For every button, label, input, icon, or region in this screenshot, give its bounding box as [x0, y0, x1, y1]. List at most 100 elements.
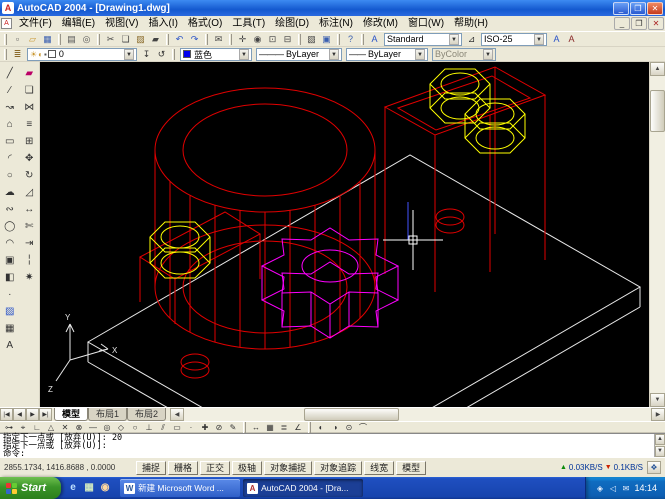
shade-icon[interactable]: ◑: [328, 422, 342, 433]
dim-style-icon[interactable]: ⊿: [464, 33, 479, 46]
status-ortho[interactable]: 正交: [200, 461, 230, 475]
lineweight-dropdown[interactable]: —— ByLayer ▼: [346, 48, 428, 61]
menu-dimension[interactable]: 标注(N): [314, 16, 358, 32]
snap-center-icon[interactable]: ◎: [100, 422, 114, 433]
camera-icon[interactable]: ⌒: [356, 422, 370, 433]
stretch-icon[interactable]: ↔: [20, 200, 38, 217]
menu-draw[interactable]: 绘图(D): [270, 16, 314, 32]
osnap-settings-icon[interactable]: ✎: [226, 422, 240, 433]
snap-nearest-icon[interactable]: ✚: [198, 422, 212, 433]
status-osnap[interactable]: 对象捕捉: [264, 461, 312, 475]
scroll-up-icon[interactable]: ▲: [650, 62, 665, 76]
properties-icon[interactable]: ▧: [304, 33, 319, 46]
temp-track-point-icon[interactable]: ⊶: [2, 422, 16, 433]
tab-model[interactable]: 模型: [54, 408, 88, 421]
toolbar-grip[interactable]: [172, 49, 175, 60]
redo-icon[interactable]: ↷: [187, 33, 202, 46]
polyline-icon[interactable]: ↝: [1, 98, 19, 115]
command-line-area[interactable]: 指定下一点或 [放弃(U)]: 20 指定下一点或 [放弃(U)]: 命令: ▲…: [0, 433, 665, 457]
explode-icon[interactable]: ✷: [20, 268, 38, 285]
extend-icon[interactable]: ⇥: [20, 234, 38, 251]
zoom-previous-icon[interactable]: ⊟: [280, 33, 295, 46]
locate-point-icon[interactable]: ∠: [291, 422, 305, 433]
line-icon[interactable]: ╱: [1, 64, 19, 81]
snap-tangent-icon[interactable]: ○: [128, 422, 142, 433]
snap-from-icon[interactable]: ⌖: [16, 422, 30, 433]
tray-network-icon[interactable]: ◈: [594, 484, 605, 493]
crosshair-cursor[interactable]: [383, 210, 443, 270]
text-style-icon[interactable]: A: [367, 33, 382, 46]
quicklaunch-desktop-icon[interactable]: ▦: [82, 481, 96, 495]
tray-volume-icon[interactable]: ◁: [607, 484, 618, 493]
zoom-realtime-icon[interactable]: ◉: [250, 33, 265, 46]
menu-modify[interactable]: 修改(M): [358, 16, 403, 32]
doc-close-button[interactable]: ✕: [648, 17, 664, 30]
save-icon[interactable]: ▦: [40, 33, 55, 46]
hatch-icon[interactable]: ▨: [1, 302, 19, 319]
dim-style-dropdown[interactable]: ISO-25 ▼: [481, 33, 547, 46]
snap-intersection-icon[interactable]: ✕: [58, 422, 72, 433]
move-icon[interactable]: ✥: [20, 149, 38, 166]
mirror-icon[interactable]: ⋈: [20, 98, 38, 115]
tab-first-button[interactable]: |◀: [0, 408, 13, 421]
match-properties-icon[interactable]: ▰: [148, 33, 163, 46]
close-button[interactable]: ✕: [647, 2, 663, 15]
render-icon[interactable]: ◐: [314, 422, 328, 433]
chevron-down-icon[interactable]: ▼: [329, 49, 339, 60]
restore-button[interactable]: ❐: [630, 2, 646, 15]
dim-style-manager-icon[interactable]: A: [564, 33, 579, 46]
offset-icon[interactable]: ≡: [20, 115, 38, 132]
toolbar-grip[interactable]: [4, 49, 7, 60]
mtext-icon[interactable]: A: [1, 336, 19, 353]
menu-file[interactable]: 文件(F): [14, 16, 57, 32]
status-otrack[interactable]: 对象追踪: [314, 461, 362, 475]
new-icon[interactable]: ▫: [10, 33, 25, 46]
designcenter-icon[interactable]: ▣: [319, 33, 334, 46]
list-icon[interactable]: ≣: [277, 422, 291, 433]
command-history[interactable]: 指定下一点或 [放弃(U)]: 20 指定下一点或 [放弃(U)]: 命令:: [0, 434, 654, 457]
erase-icon[interactable]: ▰: [20, 64, 38, 81]
yellow-hex-bolts[interactable]: [150, 69, 525, 278]
scale-icon[interactable]: ◿: [20, 183, 38, 200]
region-icon[interactable]: ▦: [1, 319, 19, 336]
snap-midpoint-icon[interactable]: △: [44, 422, 58, 433]
snap-endpoint-icon[interactable]: ∟: [30, 422, 44, 433]
scroll-down-icon[interactable]: ▼: [655, 446, 665, 457]
tab-next-button[interactable]: ▶: [26, 408, 39, 421]
scroll-down-icon[interactable]: ▼: [650, 393, 665, 407]
drawing-canvas[interactable]: Y X Z: [40, 62, 649, 407]
trim-icon[interactable]: ✄: [20, 217, 38, 234]
chevron-down-icon[interactable]: ▼: [239, 49, 249, 60]
clock[interactable]: 14:14: [634, 483, 657, 493]
polygon-icon[interactable]: ⌂: [1, 115, 19, 132]
copy-icon[interactable]: ❏: [118, 33, 133, 46]
status-grid[interactable]: 栅格: [168, 461, 198, 475]
color-dropdown[interactable]: 蓝色 ▼: [180, 48, 252, 61]
snap-extension-icon[interactable]: —: [86, 422, 100, 433]
copy-object-icon[interactable]: ❏: [20, 81, 38, 98]
orbit-icon[interactable]: ⊙: [342, 422, 356, 433]
help-icon[interactable]: ?: [343, 33, 358, 46]
menu-tools[interactable]: 工具(T): [227, 16, 270, 32]
layer-dropdown[interactable]: ☀ ◐ ▪ 0 ▼: [27, 48, 137, 61]
quicklaunch-ie-icon[interactable]: e: [66, 481, 80, 495]
linetype-dropdown[interactable]: ——— ByLayer ▼: [256, 48, 342, 61]
tab-layout2[interactable]: 布局2: [127, 408, 166, 421]
menu-help[interactable]: 帮助(H): [449, 16, 493, 32]
start-button[interactable]: Start: [0, 477, 61, 499]
layer-previous-icon[interactable]: ↺: [154, 48, 169, 61]
status-polar[interactable]: 极轴: [232, 461, 262, 475]
quicklaunch-media-icon[interactable]: ◉: [98, 481, 112, 495]
tray-im-icon[interactable]: ✉: [620, 484, 631, 493]
scroll-left-icon[interactable]: ◀: [170, 408, 184, 421]
minimize-button[interactable]: _: [613, 2, 629, 15]
magenta-gear-profile[interactable]: [262, 228, 398, 338]
command-scrollbar[interactable]: ▲ ▼: [654, 434, 665, 457]
toolbar-grip[interactable]: [361, 34, 364, 45]
menu-insert[interactable]: 插入(I): [143, 16, 182, 32]
horizontal-scrollbar[interactable]: ◀ ▶: [170, 408, 665, 421]
menu-format[interactable]: 格式(O): [183, 16, 227, 32]
hyperlink-icon[interactable]: ✉: [211, 33, 226, 46]
snap-perpendicular-icon[interactable]: ⊥: [142, 422, 156, 433]
snap-none-icon[interactable]: ⊘: [212, 422, 226, 433]
